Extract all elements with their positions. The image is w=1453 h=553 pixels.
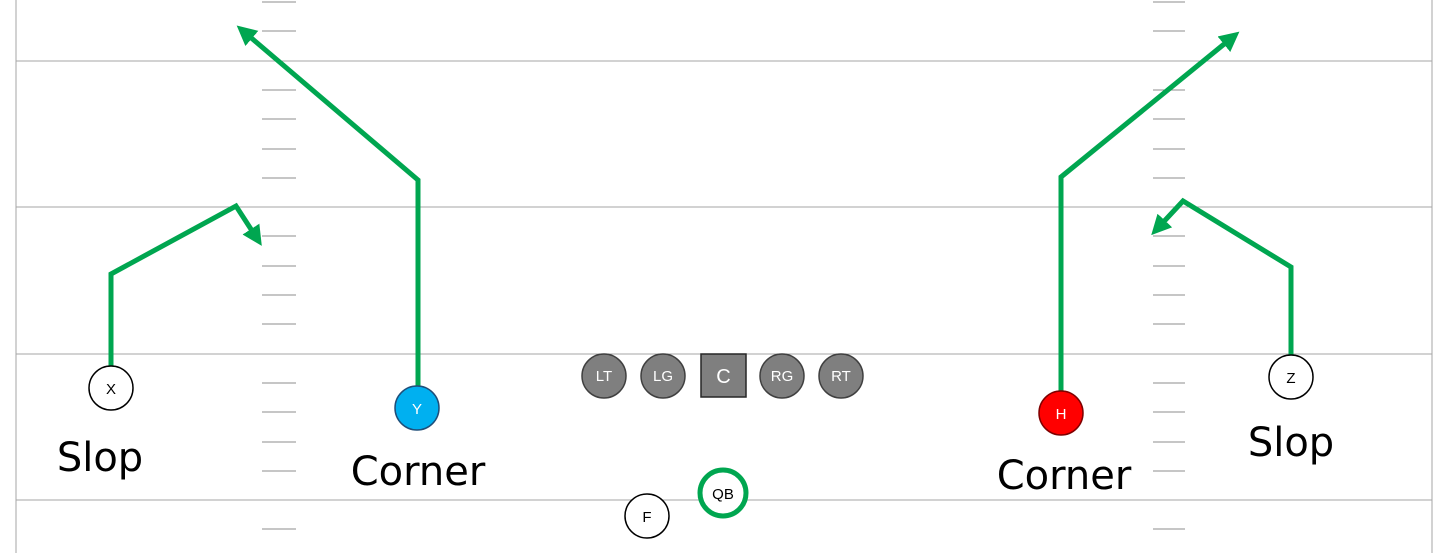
- x-route-label: Slop: [57, 435, 143, 481]
- h-route-label: Corner: [997, 453, 1132, 499]
- lt-player-label: LT: [596, 368, 612, 385]
- f-player-label: F: [642, 509, 651, 526]
- y-route-label: Corner: [351, 449, 486, 495]
- h-player-label: H: [1056, 406, 1067, 423]
- y-player-label: Y: [412, 401, 422, 418]
- qb-player-label: QB: [712, 486, 734, 503]
- lg-player-label: LG: [653, 368, 673, 385]
- center-player-label: C: [716, 366, 730, 388]
- x-player-label: X: [106, 381, 116, 398]
- z-slop-route: [1151, 197, 1294, 356]
- z-route-label: Slop: [1248, 420, 1334, 466]
- play-diagram: LT LG C RG RT X Y H Z QB F Slop Corner C…: [15, 0, 1433, 553]
- rt-player-label: RT: [831, 368, 851, 385]
- rg-player-label: RG: [771, 368, 794, 385]
- z-player-label: Z: [1286, 370, 1295, 387]
- x-slop-route: [108, 202, 262, 366]
- y-corner-route: [236, 25, 421, 388]
